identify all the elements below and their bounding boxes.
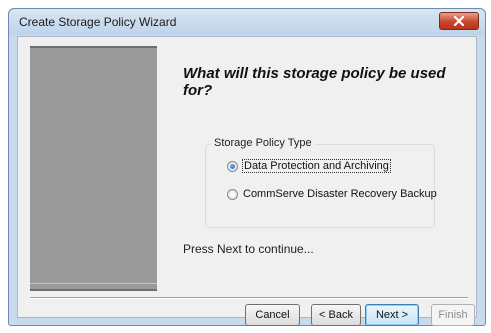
close-icon <box>453 16 465 26</box>
option-label[interactable]: Data Protection and Archiving <box>242 159 391 173</box>
page-heading: What will this storage policy be used fo… <box>183 65 446 99</box>
cancel-button[interactable]: Cancel <box>245 304 300 326</box>
wizard-client-area: What will this storage policy be used fo… <box>17 36 477 326</box>
radio-data-protection[interactable] <box>227 160 238 172</box>
back-button[interactable]: < Back <box>311 304 361 326</box>
next-button[interactable]: Next > <box>365 304 419 326</box>
wizard-side-image <box>30 46 157 291</box>
wizard-window: Create Storage Policy Wizard What will t… <box>8 8 486 326</box>
finish-button: Finish <box>431 304 475 326</box>
instruction-text: Press Next to continue... <box>183 242 314 256</box>
divider <box>30 297 468 299</box>
option-data-protection[interactable]: Data Protection and Archiving <box>227 159 391 173</box>
close-button[interactable] <box>439 12 479 30</box>
storage-policy-type-group: Storage Policy Type Data Protection and … <box>205 137 437 228</box>
option-label[interactable]: CommServe Disaster Recovery Backup <box>243 188 437 200</box>
option-commserve-dr-backup[interactable]: CommServe Disaster Recovery Backup <box>227 188 437 200</box>
title-bar[interactable]: Create Storage Policy Wizard <box>9 9 485 35</box>
group-label: Storage Policy Type <box>211 137 315 149</box>
window-title: Create Storage Policy Wizard <box>19 15 177 29</box>
radio-commserve-dr-backup[interactable] <box>227 188 238 200</box>
